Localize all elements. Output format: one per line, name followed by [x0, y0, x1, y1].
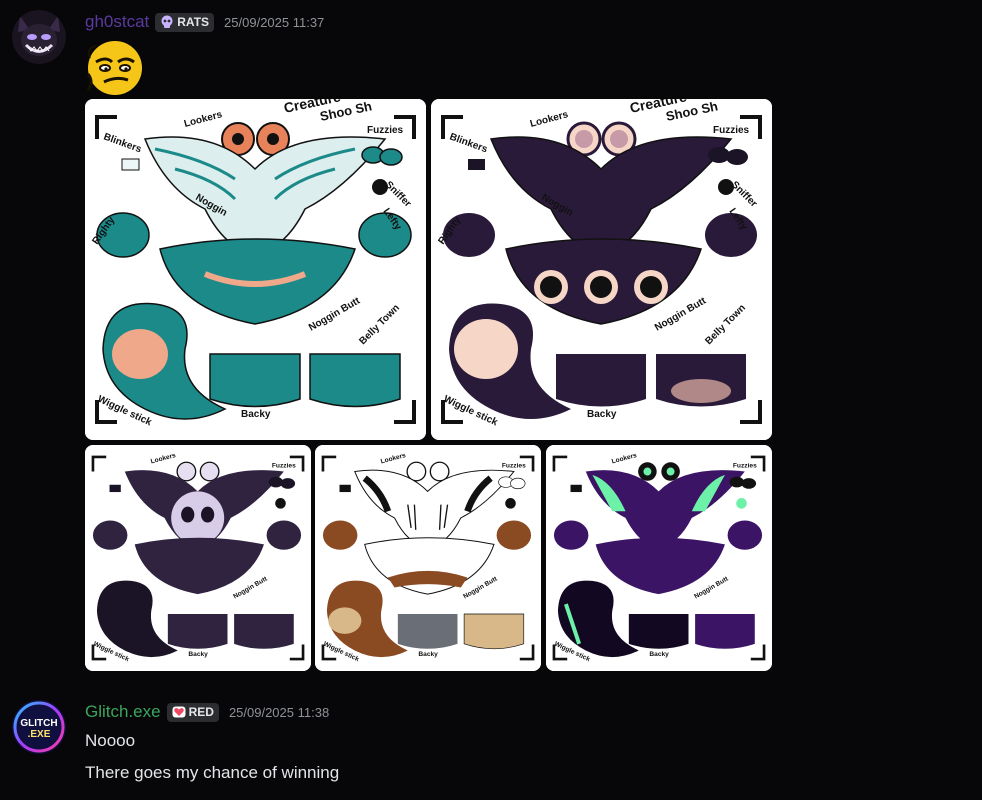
creature-sheet-image: Lookers Fuzzies Noggin Butt Wiggle stick… [546, 445, 772, 671]
skull-icon [161, 15, 173, 28]
svg-text:Backy: Backy [649, 651, 669, 658]
attachment-teal-creature-sheet[interactable]: Creature Shoo Sh Lookers Blinkers Fuzzie… [85, 99, 426, 440]
glitch-avatar-icon: GLITCH .EXE [12, 700, 66, 754]
svg-text:Backy: Backy [418, 651, 438, 658]
svg-text:Fuzzies: Fuzzies [713, 125, 750, 136]
timestamp: 25/09/2025 11:38 [228, 704, 330, 720]
message-text: There goes my chance of winning [85, 763, 340, 782]
role-tag-label: RATS [177, 15, 210, 29]
username[interactable]: gh0stcat [85, 12, 149, 32]
attachment-dark-purple-creature-sheet[interactable]: Creature Shoo Sh Lookers Blinkers Fuzzie… [431, 99, 772, 440]
svg-text:GLITCH: GLITCH [20, 718, 57, 729]
svg-text:Fuzzies: Fuzzies [502, 463, 526, 470]
svg-text:Backy: Backy [587, 409, 617, 420]
creature-sheet-image: Lookers Fuzzies Noggin Butt Wiggle stick… [315, 445, 541, 671]
role-tag-label: RED [188, 705, 214, 719]
attachment-purple-green-creature-sheet[interactable]: Lookers Fuzzies Noggin Butt Wiggle stick… [546, 445, 772, 671]
username[interactable]: Glitch.exe [85, 702, 161, 722]
svg-text:Backy: Backy [188, 651, 208, 658]
creature-sheet-image: Lookers Fuzzies Noggin Butt Wiggle stick… [85, 445, 311, 671]
svg-text:Backy: Backy [241, 409, 271, 420]
user-avatar[interactable]: GLITCH .EXE [12, 700, 66, 754]
timestamp: 25/09/2025 11:37 [224, 14, 325, 30]
svg-text:Fuzzies: Fuzzies [272, 463, 296, 470]
message-text: Noooo [85, 731, 136, 750]
role-tag[interactable]: RATS [155, 12, 215, 32]
heart-icon [172, 706, 186, 718]
creature-sheet-image: Creature Shoo Sh Lookers Blinkers Fuzzie… [431, 99, 772, 440]
cat-avatar-icon [12, 10, 66, 64]
svg-text:Fuzzies: Fuzzies [367, 125, 404, 136]
svg-text:.EXE: .EXE [28, 729, 51, 740]
attachment-white-brown-creature-sheet[interactable]: Lookers Fuzzies Noggin Butt Wiggle stick… [315, 445, 541, 671]
smug-face-emoji[interactable] [84, 38, 146, 96]
role-tag[interactable]: RED [166, 702, 219, 722]
user-avatar[interactable] [12, 10, 66, 64]
creature-sheet-image: Creature Shoo Sh Lookers Blinkers Fuzzie… [85, 99, 426, 440]
svg-text:Fuzzies: Fuzzies [733, 463, 757, 470]
attachment-lilac-creature-sheet[interactable]: Lookers Fuzzies Noggin Butt Wiggle stick… [85, 445, 311, 671]
